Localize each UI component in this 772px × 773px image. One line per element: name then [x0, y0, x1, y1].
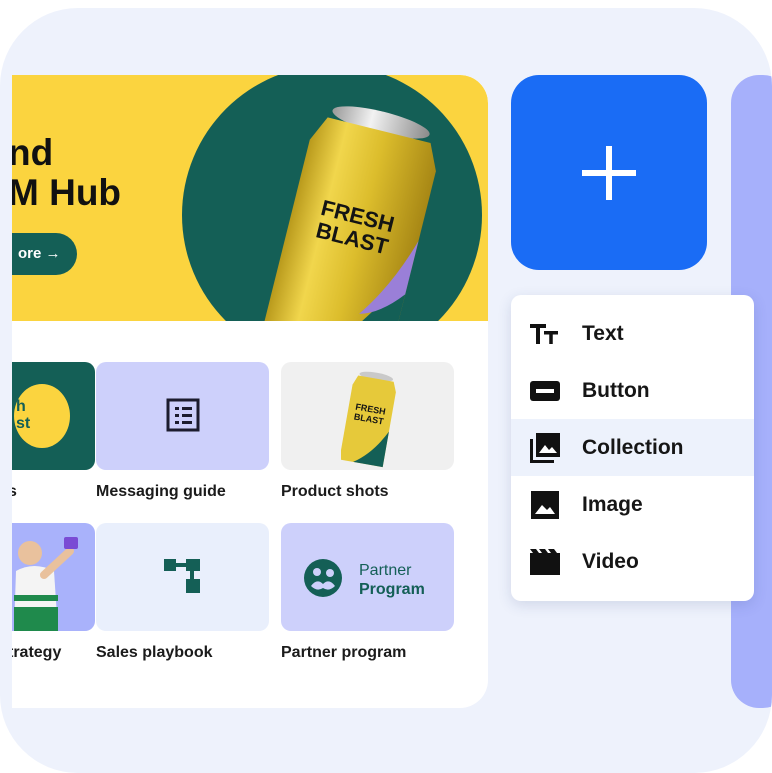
list-icon: [166, 398, 200, 432]
menu-item-button[interactable]: Button: [511, 362, 754, 419]
explore-more-button[interactable]: ore →: [12, 233, 77, 275]
canvas-background: nd M Hub ore → FRESH BLAST h st s Messag…: [0, 8, 772, 773]
menu-item-image[interactable]: Image: [511, 476, 754, 533]
banner-title-line2: M Hub: [12, 172, 122, 213]
add-block-button[interactable]: [511, 75, 707, 270]
menu-item-label: Button: [582, 378, 650, 402]
tile-partner-program[interactable]: Partner Program: [281, 523, 454, 631]
menu-item-video[interactable]: Video: [511, 533, 754, 590]
insert-block-menu: Text Button Collection Image Video: [511, 295, 754, 601]
button-icon: [528, 374, 562, 408]
menu-item-label: Collection: [582, 435, 684, 459]
menu-item-label: Image: [582, 492, 643, 516]
text-icon: [528, 317, 562, 351]
tile-messaging-guide[interactable]: [96, 362, 269, 470]
tile-label-partner-program: Partner program: [281, 644, 407, 661]
tile-strategy[interactable]: [12, 523, 95, 631]
tile-label-messaging-guide: Messaging guide: [96, 483, 226, 500]
tile-label-product-shots: Product shots: [281, 483, 389, 500]
tile-brand-assets[interactable]: h st: [12, 362, 95, 470]
tile-label-sales-playbook: Sales playbook: [96, 644, 213, 661]
video-icon: [528, 545, 562, 579]
person-photo: [14, 537, 78, 631]
menu-item-text[interactable]: Text: [511, 305, 754, 362]
hero-banner: nd M Hub ore → FRESH BLAST: [12, 75, 488, 321]
tile-badge-text: h st: [16, 398, 31, 432]
banner-title: nd M Hub: [12, 133, 121, 213]
menu-item-label: Video: [582, 549, 639, 573]
image-icon: [528, 488, 562, 522]
tile-label-strategy: trategy: [12, 644, 62, 661]
hierarchy-icon: [164, 559, 200, 593]
tile-sales-playbook[interactable]: [96, 523, 269, 631]
banner-title-line1: nd: [12, 132, 54, 173]
plus-icon: [582, 145, 636, 200]
partner-logo-text: Partner Program: [359, 562, 425, 598]
tile-label-brand-assets: s: [12, 483, 17, 500]
partner-logo-icon: [304, 559, 342, 597]
hub-card: nd M Hub ore → FRESH BLAST h st s Messag…: [12, 75, 488, 708]
menu-item-collection[interactable]: Collection: [511, 419, 754, 476]
tile-product-shots[interactable]: FRESH BLAST: [281, 362, 454, 470]
product-can-image: FRESH BLAST: [341, 371, 396, 468]
menu-item-label: Text: [582, 321, 624, 345]
collection-icon: [528, 431, 562, 465]
